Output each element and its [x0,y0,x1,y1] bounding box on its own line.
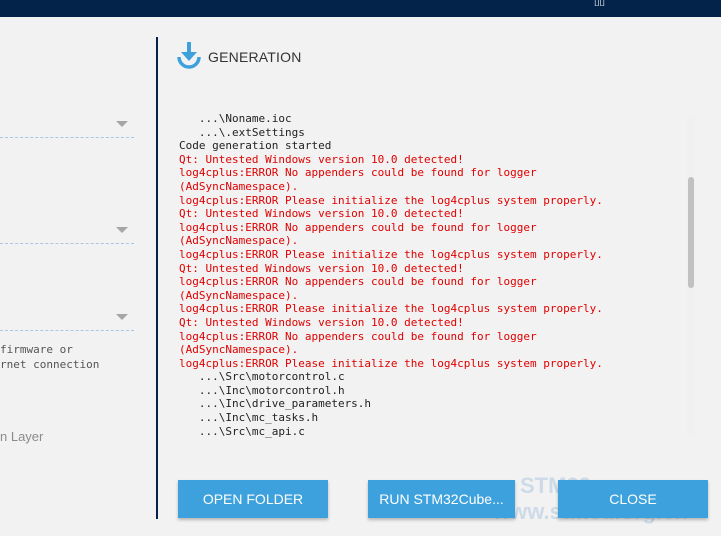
log-line: ...\Inc\motorcontrol.h [179,383,345,397]
log-line: (AdSyncNamespace). [179,234,299,248]
note-line-1: firmware or [0,343,73,356]
log-line: log4cplus:ERROR No appenders could be fo… [179,275,537,289]
log-line: ...\Noname.ioc [179,112,292,125]
log-line: log4cplus:ERROR No appenders could be fo… [179,166,537,180]
log-line: Qt: Untested Windows version 10.0 detect… [179,315,464,329]
log-line: Qt: Untested Windows version 10.0 detect… [179,152,464,166]
open-folder-button[interactable]: OPEN FOLDER [178,480,328,518]
close-button[interactable]: CLOSE [558,480,708,518]
log-line: log4cplus:ERROR Please initialize the lo… [179,302,603,316]
log-line: Code generation started [179,139,332,153]
log-scrollbar-thumb[interactable] [688,177,694,288]
log-line: Qt: Untested Windows version 10.0 detect… [179,261,464,275]
generation-header: GENERATION [176,40,302,74]
panel-divider [156,37,158,519]
log-line: log4cplus:ERROR Please initialize the lo… [179,247,603,261]
layer-label: n Layer [0,429,44,444]
log-line: log4cplus:ERROR No appenders could be fo… [179,220,537,234]
log-line: (AdSyncNamespace). [179,343,299,357]
log-line: ...\Src\mc_api.c [179,424,305,438]
dropdown-3[interactable] [0,310,134,331]
title-bar: ▯▯ [0,0,721,17]
log-line: log4cplus:ERROR Please initialize the lo… [179,193,603,207]
note-line-2: rnet connection [0,358,100,371]
log-line: log4cplus:ERROR No appenders could be fo… [179,329,537,343]
dropdown-2[interactable] [0,223,134,244]
log-line: ...\Inc\mc_tasks.h [179,411,319,425]
log-line: ...\.extSettings [179,125,305,139]
log-line: ...\Src\motorcontrol.c [179,370,345,384]
log-line: Qt: Untested Windows version 10.0 detect… [179,207,464,221]
log-line: log4cplus:ERROR Please initialize the lo… [179,356,603,370]
log-line: (AdSyncNamespace). [179,288,299,302]
generation-log: ...\Noname.ioc ...\.extSettings Code gene… [179,112,679,438]
generation-title: GENERATION [208,49,302,65]
log-line: ...\Inc\drive_parameters.h [179,397,372,411]
download-icon [177,42,201,69]
dropdown-1[interactable] [0,117,134,138]
window-control-icon[interactable]: ▯▯ [594,0,606,6]
log-line: (AdSyncNamespace). [179,179,299,193]
chevron-down-icon [116,227,128,233]
left-config-panel: firmware or rnet connection n Layer [0,17,155,536]
run-stm32cube-button[interactable]: RUN STM32Cube... [368,480,515,518]
chevron-down-icon [116,314,128,320]
chevron-down-icon [116,121,128,127]
connection-note: firmware or rnet connection [0,342,99,372]
